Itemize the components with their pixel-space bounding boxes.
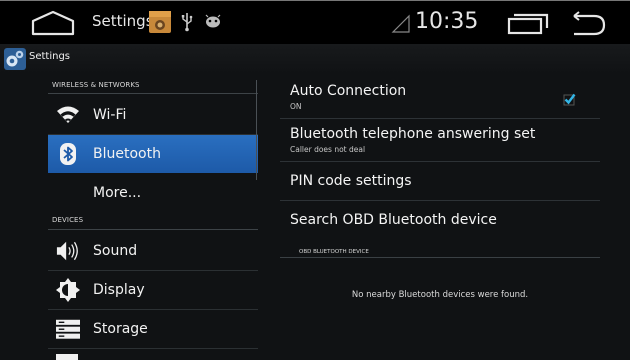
brightness-icon	[56, 278, 80, 302]
auto-connection-checkbox[interactable]	[563, 91, 577, 106]
sidebar-item-bluetooth[interactable]: Bluetooth	[48, 135, 258, 173]
clock: 10:35	[415, 9, 479, 34]
android-notification-icon	[204, 14, 222, 30]
wifi-icon	[56, 103, 80, 127]
sidebar-item-display[interactable]: Display	[48, 271, 258, 309]
bluetooth-icon	[56, 142, 80, 166]
status-bar-title: Settings	[92, 12, 154, 30]
sidebar-item-storage[interactable]: Storage	[48, 310, 258, 348]
storage-icon	[56, 317, 80, 341]
recent-apps-icon	[507, 13, 549, 35]
sidebar-item-label: More...	[93, 185, 142, 201]
empty-device-message: No nearby Bluetooth devices were found.	[351, 290, 529, 300]
section-divider	[280, 257, 600, 258]
auto-connection-summary: ON	[290, 102, 302, 111]
home-button[interactable]	[30, 10, 76, 36]
section-header-wireless: WIRELESS & NETWORKS	[52, 81, 140, 89]
sidebar-item-sound[interactable]: Sound	[48, 232, 258, 270]
recent-apps-button[interactable]	[506, 13, 550, 35]
sidebar-item-wifi[interactable]: Wi-Fi	[48, 96, 258, 134]
pin-code-title: PIN code settings	[290, 173, 412, 189]
back-icon	[573, 11, 606, 36]
app-notification-icon	[148, 10, 172, 34]
back-button[interactable]	[568, 11, 608, 37]
status-bar: Settings 10:35	[0, 0, 630, 44]
partial-list-item-icon	[56, 354, 78, 360]
answering-set-item[interactable]: Bluetooth telephone answering set Caller…	[280, 119, 600, 159]
answering-set-summary: Caller does not deal	[290, 145, 366, 154]
sidebar-item-label: Display	[93, 282, 145, 298]
action-bar: Settings	[0, 44, 630, 74]
item-divider	[48, 348, 258, 349]
section-divider	[48, 229, 258, 230]
speaker-icon	[56, 239, 80, 263]
obd-device-section-header: OBD BLUETOOTH DEVICE	[299, 249, 369, 255]
home-icon	[31, 10, 75, 36]
search-obd-title: Search OBD Bluetooth device	[290, 212, 497, 228]
section-divider	[48, 93, 258, 94]
action-bar-title: Settings	[29, 51, 71, 62]
settings-gear-icon[interactable]	[4, 48, 26, 70]
settings-category-list: WIRELESS & NETWORKS Wi-Fi Bluetooth More…	[48, 74, 258, 360]
sidebar-item-more[interactable]: More...	[48, 174, 258, 212]
sidebar-item-label: Sound	[93, 243, 138, 259]
sidebar-item-label: Bluetooth	[93, 146, 161, 162]
answering-set-title: Bluetooth telephone answering set	[290, 126, 536, 142]
auto-connection-title: Auto Connection	[290, 83, 407, 99]
auto-connection-item[interactable]: Auto Connection ON	[280, 74, 600, 116]
pin-code-item[interactable]: PIN code settings	[280, 162, 600, 198]
sidebar-item-label: Storage	[93, 321, 148, 337]
section-header-devices: DEVICES	[52, 216, 84, 224]
signal-icon	[391, 14, 411, 34]
sidebar-item-label: Wi-Fi	[93, 107, 127, 123]
pane-divider	[256, 80, 257, 180]
bluetooth-settings-panel: Auto Connection ON Bluetooth telephone a…	[280, 74, 600, 358]
usb-icon	[180, 12, 194, 32]
search-obd-item[interactable]: Search OBD Bluetooth device	[280, 201, 600, 239]
checkmark-icon	[563, 93, 576, 106]
